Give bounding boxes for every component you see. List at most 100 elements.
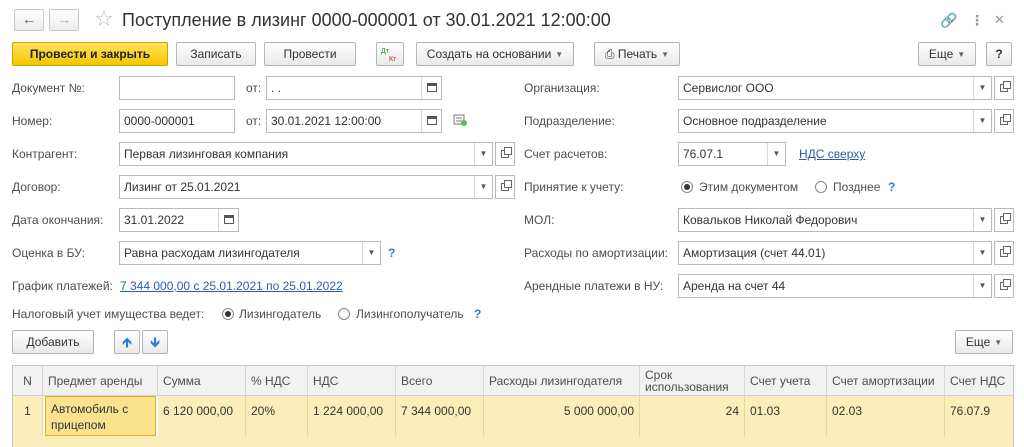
add-row-button[interactable]: Добавить: [12, 330, 94, 354]
table-cell[interactable]: 6 120 000,00: [158, 396, 246, 436]
table-cell[interactable]: 5 000 000,00: [484, 396, 640, 436]
favorite-star-icon[interactable]: ☆: [94, 7, 114, 31]
acceptance-later-label[interactable]: Позднее: [833, 179, 880, 195]
dept-label: Подразделение:: [524, 114, 615, 128]
schedule-link[interactable]: 7 344 000,00 с 25.01.2021 по 25.01.2022: [120, 278, 343, 294]
column-header[interactable]: Счет НДС: [945, 366, 1013, 396]
more-vertical-icon[interactable]: ⋮: [970, 10, 984, 30]
table-cell[interactable]: 01.03: [745, 396, 827, 436]
chevron-down-icon[interactable]: ▼: [973, 77, 991, 99]
account-label: Счет расчетов:: [524, 147, 608, 161]
date-input[interactable]: 30.01.2021 12:00:00: [266, 109, 442, 133]
table-cell[interactable]: 02.03: [827, 396, 945, 436]
column-header[interactable]: Расходы лизингодателя: [484, 366, 640, 396]
back-button[interactable]: ←: [14, 9, 44, 31]
calendar-icon[interactable]: [218, 209, 238, 231]
move-down-button[interactable]: 🡻: [142, 330, 168, 354]
column-header[interactable]: Срок использования: [640, 366, 745, 396]
chevron-down-icon[interactable]: ▼: [767, 143, 785, 165]
column-header[interactable]: Счет учета: [745, 366, 827, 396]
open-window-icon: [1000, 279, 1011, 290]
table-cell-selected[interactable]: Автомобиль с прицепом: [45, 396, 156, 436]
open-contract-button[interactable]: [495, 175, 515, 199]
rent-value: Аренда на счет 44: [683, 279, 786, 293]
tax-lessee-radio[interactable]: [338, 308, 350, 320]
open-mol-button[interactable]: [994, 208, 1014, 232]
table-cell[interactable]: 7 344 000,00: [396, 396, 484, 436]
org-input[interactable]: Сервислог ООО ▼: [678, 76, 992, 100]
chevron-down-icon[interactable]: ▼: [973, 242, 991, 264]
column-header[interactable]: Всего: [396, 366, 484, 396]
column-header[interactable]: Предмет аренды: [43, 366, 158, 396]
tax-lessor-radio[interactable]: [222, 308, 234, 320]
open-org-button[interactable]: [994, 76, 1014, 100]
move-up-button[interactable]: 🡹: [114, 330, 140, 354]
doc-date-input[interactable]: . .: [266, 76, 442, 100]
help-button[interactable]: ?: [986, 42, 1012, 66]
column-header[interactable]: Сумма: [158, 366, 246, 396]
open-rent-button[interactable]: [994, 274, 1014, 298]
table-cell[interactable]: 24: [640, 396, 745, 436]
open-window-icon: [1000, 114, 1011, 125]
depreciation-input[interactable]: Амортизация (счет 44.01) ▼: [678, 241, 992, 265]
table-more-button[interactable]: Еще ▼: [955, 330, 1013, 354]
create-on-basis-label: Создать на основании: [426, 47, 552, 61]
create-on-basis-button[interactable]: Создать на основании ▼: [416, 42, 574, 66]
table-cell[interactable]: 20%: [246, 396, 308, 436]
help-question-icon[interactable]: ?: [388, 245, 395, 261]
column-header[interactable]: N: [13, 366, 43, 396]
open-counterparty-button[interactable]: [495, 142, 515, 166]
number-input[interactable]: 0000-000001: [119, 109, 235, 133]
end-date-input[interactable]: 31.01.2022: [119, 208, 239, 232]
contract-input[interactable]: Лизинг от 25.01.2021 ▼: [119, 175, 493, 199]
account-input[interactable]: 76.07.1 ▼: [678, 142, 786, 166]
open-window-icon: [501, 147, 512, 158]
chevron-down-icon[interactable]: ▼: [973, 275, 991, 297]
print-button[interactable]: ⎙ Печать ▼: [594, 42, 680, 66]
org-value: Сервислог ООО: [683, 81, 774, 95]
close-icon[interactable]: ✕: [994, 10, 1005, 30]
calendar-icon[interactable]: [421, 110, 441, 132]
dt-kt-button[interactable]: Дт Кт: [376, 42, 404, 66]
open-window-icon: [1000, 213, 1011, 224]
acceptance-label: Принятие к учету:: [524, 180, 624, 194]
history-icon[interactable]: [452, 112, 468, 128]
open-depreciation-button[interactable]: [994, 241, 1014, 265]
tax-lessor-label[interactable]: Лизингодатель: [239, 306, 321, 322]
forward-button[interactable]: →: [49, 9, 79, 31]
table-cell[interactable]: 1 224 000,00: [308, 396, 396, 436]
table-cell[interactable]: 76.07.9: [945, 396, 1013, 436]
print-label: Печать: [617, 47, 658, 61]
table-cell[interactable]: 1: [13, 396, 43, 436]
chevron-down-icon[interactable]: ▼: [973, 209, 991, 231]
acceptance-this-doc-label[interactable]: Этим документом: [699, 179, 798, 195]
help-question-icon[interactable]: ?: [888, 179, 895, 195]
post-and-close-button[interactable]: Провести и закрыть: [12, 42, 168, 66]
rent-input[interactable]: Аренда на счет 44 ▼: [678, 274, 992, 298]
post-button[interactable]: Провести: [264, 42, 356, 66]
column-header[interactable]: Счет амортизации: [827, 366, 945, 396]
chevron-down-icon[interactable]: ▼: [474, 176, 492, 198]
more-button[interactable]: Еще ▼: [918, 42, 976, 66]
acceptance-later-radio[interactable]: [815, 181, 827, 193]
dept-input[interactable]: Основное подразделение ▼: [678, 109, 992, 133]
tax-lessee-label[interactable]: Лизингополучатель: [356, 306, 464, 322]
vat-on-top-link[interactable]: НДС сверху: [799, 146, 865, 162]
save-button[interactable]: Записать: [176, 42, 256, 66]
chevron-down-icon[interactable]: ▼: [973, 110, 991, 132]
column-header[interactable]: % НДС: [246, 366, 308, 396]
column-header[interactable]: НДС: [308, 366, 396, 396]
calendar-icon[interactable]: [421, 77, 441, 99]
contract-value: Лизинг от 25.01.2021: [124, 180, 241, 194]
counterparty-input[interactable]: Первая лизинговая компания ▼: [119, 142, 493, 166]
chevron-down-icon[interactable]: ▼: [474, 143, 492, 165]
assessment-select[interactable]: Равна расходам лизингодателя ▼: [119, 241, 381, 265]
doc-no-input[interactable]: [119, 76, 235, 100]
mol-input[interactable]: Ковальков Николай Федорович ▼: [678, 208, 992, 232]
help-question-icon[interactable]: ?: [474, 306, 481, 322]
mol-value: Ковальков Николай Федорович: [683, 213, 858, 227]
acceptance-this-doc-radio[interactable]: [681, 181, 693, 193]
link-icon[interactable]: 🔗: [940, 10, 957, 30]
open-dept-button[interactable]: [994, 109, 1014, 133]
chevron-down-icon[interactable]: ▼: [362, 242, 380, 264]
